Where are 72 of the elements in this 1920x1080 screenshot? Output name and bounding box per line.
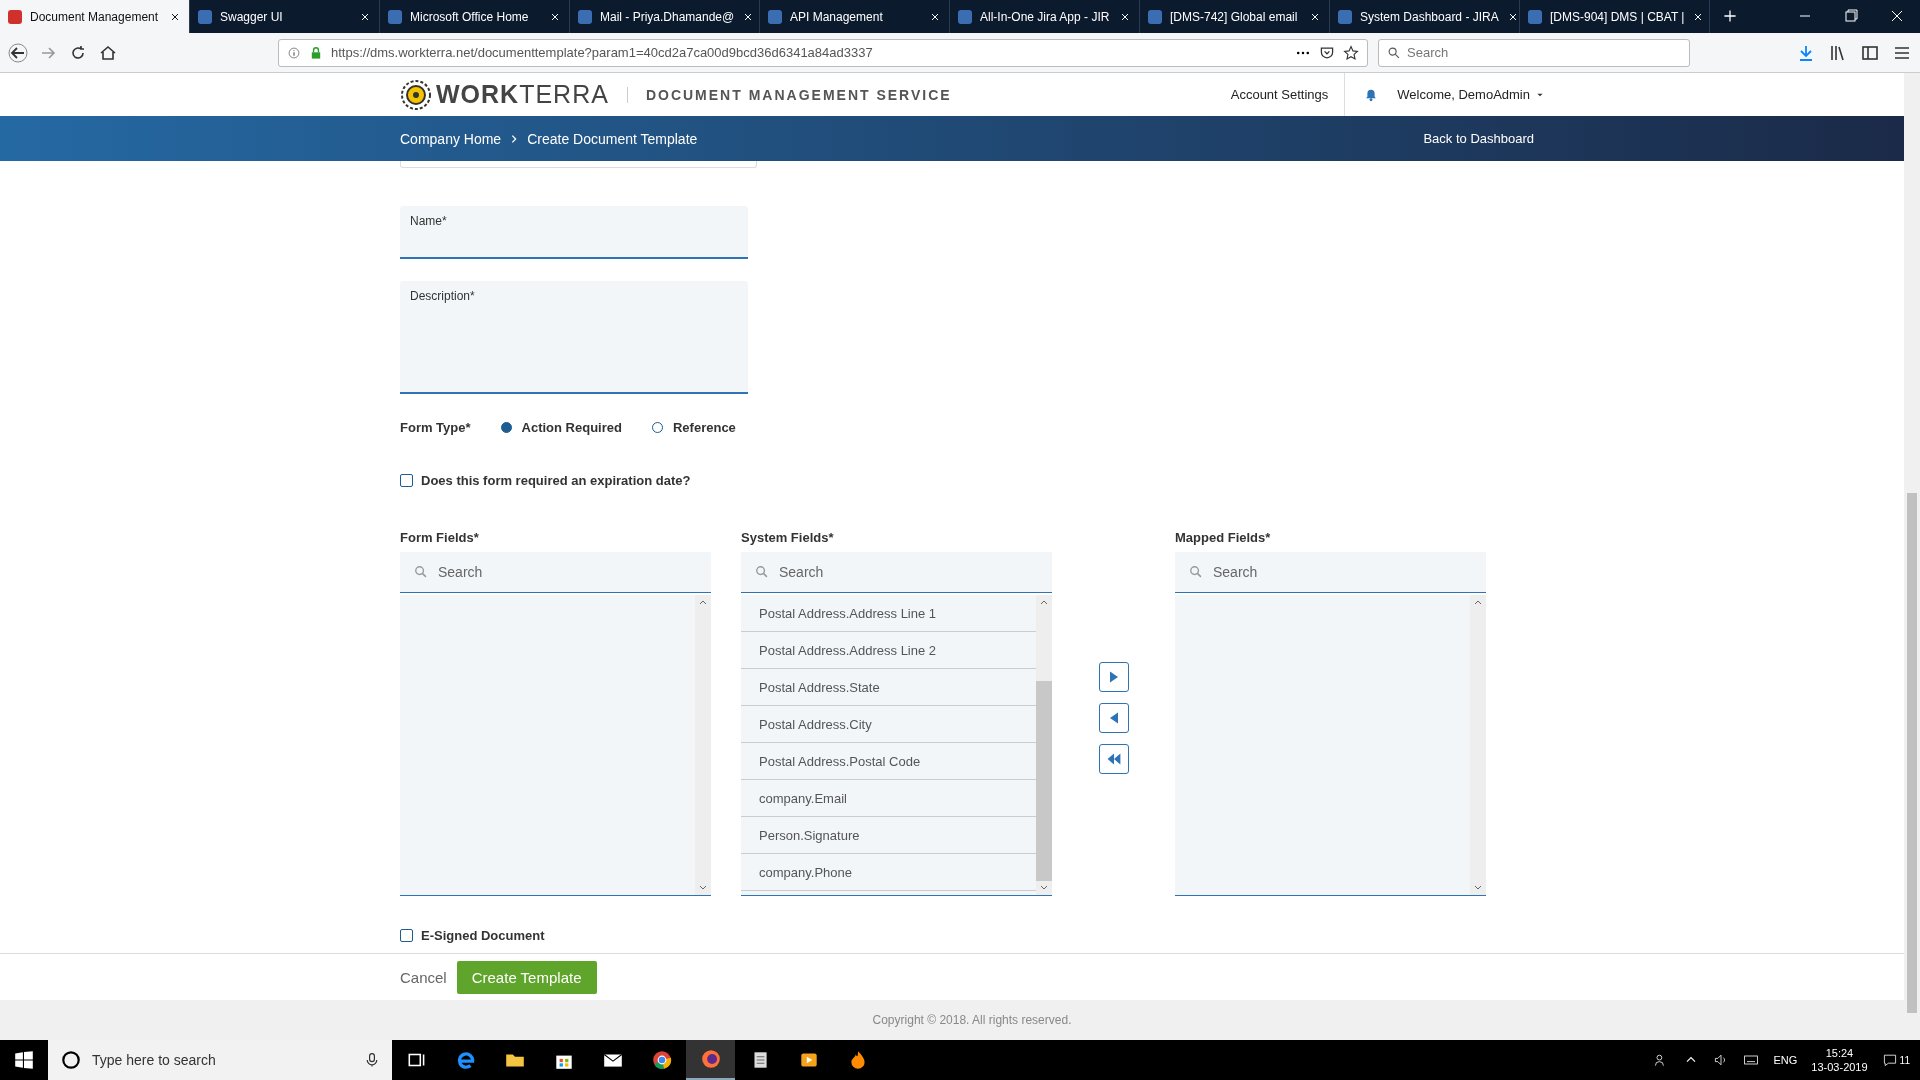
radio-label: Reference bbox=[672, 420, 736, 435]
list-label: Mapped Fields* bbox=[1175, 530, 1272, 547]
favicon-icon bbox=[1148, 9, 1162, 24]
notification-count: 11 bbox=[1899, 1054, 1910, 1066]
info-icon bbox=[287, 45, 301, 60]
chrome-icon[interactable] bbox=[650, 1049, 673, 1071]
form-type-label: Form Type* bbox=[400, 420, 471, 435]
microphone-icon[interactable] bbox=[364, 1052, 380, 1068]
favicon-icon bbox=[1528, 9, 1542, 24]
move-button[interactable] bbox=[1098, 744, 1129, 774]
favicon-icon bbox=[388, 9, 402, 24]
favicon-icon bbox=[198, 9, 212, 24]
list-label: System Fields* bbox=[741, 530, 835, 547]
favicon-icon bbox=[578, 9, 592, 24]
copyright-text: Copyright © 2018. All rights reserved. bbox=[0, 1000, 1904, 1040]
sun-logo-icon bbox=[400, 78, 432, 111]
search-field[interactable]: Search bbox=[400, 552, 711, 593]
list-label: Form Fields* bbox=[400, 530, 480, 547]
name-field[interactable]: Name* bbox=[400, 206, 748, 259]
browser-tab[interactable]: Document Management bbox=[0, 0, 190, 33]
cancel-button[interactable]: Cancel bbox=[400, 968, 447, 986]
scroll-up-icon[interactable] bbox=[699, 599, 707, 605]
user-menu[interactable]: Welcome, DemoAdmin bbox=[1397, 87, 1530, 102]
keyboard-icon[interactable] bbox=[1743, 1052, 1760, 1068]
radio-button[interactable] bbox=[500, 422, 512, 433]
radio-label: Action Required bbox=[521, 420, 622, 435]
padlock-icon bbox=[309, 45, 323, 60]
search-icon bbox=[755, 565, 769, 579]
scroll-down-icon[interactable] bbox=[1040, 885, 1048, 891]
search-icon bbox=[414, 565, 428, 579]
workterra-logo: WORKTERRA bbox=[436, 80, 609, 109]
scroll-up-icon[interactable] bbox=[1474, 599, 1482, 605]
taskbar-search-field[interactable]: Type here to search bbox=[48, 1040, 392, 1080]
search-field[interactable]: Search bbox=[741, 552, 1052, 593]
breadcrumb-link[interactable]: Create Document Template bbox=[527, 130, 698, 147]
move-button[interactable] bbox=[1098, 703, 1129, 733]
back-link[interactable]: Back to Dashboard bbox=[1423, 131, 1534, 146]
scrollbar[interactable] bbox=[1036, 595, 1052, 895]
language-indicator[interactable]: ENG bbox=[1773, 1054, 1798, 1066]
move-button[interactable] bbox=[1098, 662, 1129, 692]
checkbox[interactable] bbox=[400, 474, 413, 487]
search-field[interactable]: Search bbox=[1378, 38, 1690, 67]
search-field[interactable]: Search bbox=[1175, 552, 1486, 593]
scroll-down-icon[interactable] bbox=[1474, 885, 1482, 891]
clock-time[interactable]: 15:24 bbox=[1825, 1046, 1854, 1060]
search-icon bbox=[1189, 565, 1203, 579]
address-bar[interactable]: https://dms.workterra.net/documenttemplate?param1=40cd2a7ca00d9bcd36d6341a84ad3337 bbox=[278, 38, 1368, 67]
favicon-icon bbox=[768, 9, 782, 24]
checkbox-label: Does this form required an expiration date? bbox=[421, 473, 691, 488]
back-icon[interactable] bbox=[8, 42, 28, 63]
scroll-up-icon[interactable] bbox=[1040, 599, 1048, 605]
service-title: DOCUMENT MANAGEMENT SERVICE bbox=[626, 86, 952, 103]
circle-icon bbox=[60, 1049, 82, 1071]
scrollbar[interactable] bbox=[1470, 595, 1486, 895]
page-scrollbar[interactable] bbox=[1904, 73, 1920, 1040]
new-tab-icon[interactable] bbox=[1722, 8, 1738, 24]
checkbox-label: E-Signed Document bbox=[421, 928, 545, 943]
windows-start-icon[interactable] bbox=[13, 1049, 35, 1071]
favicon-icon bbox=[8, 9, 22, 24]
firefox-icon[interactable] bbox=[699, 1048, 722, 1070]
breadcrumb-link[interactable]: Company Home bbox=[400, 130, 502, 147]
clock-date[interactable]: 13-03-2019 bbox=[1811, 1060, 1868, 1074]
star-icon[interactable] bbox=[1343, 44, 1359, 61]
checkbox[interactable] bbox=[400, 929, 413, 942]
search-icon bbox=[1387, 45, 1401, 60]
scroll-down-icon[interactable] bbox=[699, 885, 707, 891]
scrollbar[interactable] bbox=[695, 595, 711, 895]
notification-icon[interactable] bbox=[1881, 1052, 1898, 1068]
double-left-triangle-icon bbox=[1105, 751, 1122, 767]
favicon-icon bbox=[958, 9, 972, 24]
favicon-icon bbox=[1338, 9, 1352, 24]
description-field[interactable]: Description* bbox=[400, 281, 748, 394]
